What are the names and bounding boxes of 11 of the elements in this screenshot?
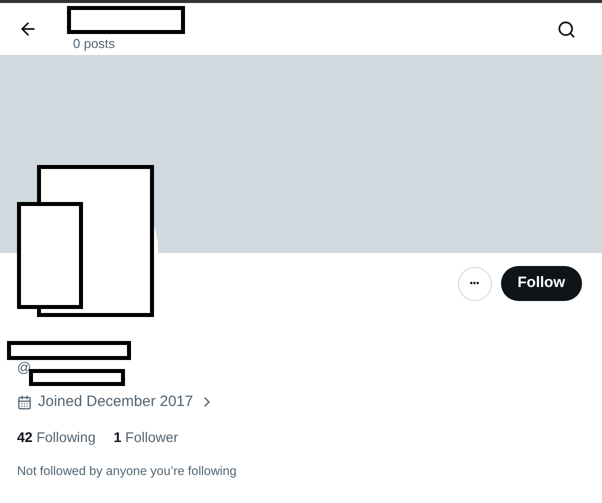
search-button[interactable] xyxy=(556,19,576,39)
follow-button[interactable]: Follow xyxy=(500,266,582,301)
more-button[interactable]: ••• xyxy=(458,266,492,300)
calendar-icon xyxy=(17,394,32,410)
handle-at-sign: @ xyxy=(17,359,32,375)
posts-count: 0 posts xyxy=(73,36,115,51)
joined-date: Joined December 2017 xyxy=(38,392,194,412)
search-icon xyxy=(556,20,576,38)
stat-link[interactable]: 1 Follower xyxy=(114,426,178,448)
followed-by-note: Not followed by anyone you’re following xyxy=(17,462,238,480)
stat-link[interactable]: 42 Following xyxy=(17,426,96,448)
